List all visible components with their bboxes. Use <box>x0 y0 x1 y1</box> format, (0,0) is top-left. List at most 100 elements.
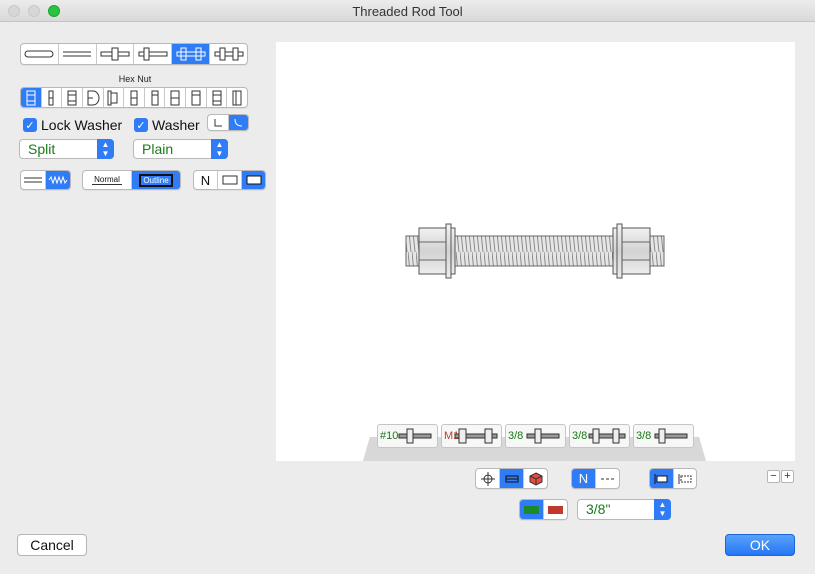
rod-style-center-nut[interactable] <box>97 44 135 64</box>
cancel-button[interactable]: Cancel <box>17 534 87 556</box>
view-n-label: N <box>200 172 211 188</box>
size-thumbnail-5[interactable]: 3/8 <box>633 424 694 448</box>
alignment-toggle <box>649 468 697 489</box>
nut-type-wing[interactable] <box>124 88 145 107</box>
nut-type-slotted[interactable] <box>186 88 207 107</box>
crosshair-tool[interactable] <box>476 469 500 488</box>
double-line-rod-icon <box>63 51 92 57</box>
nut-type-segmented-control <box>20 87 248 108</box>
washer-type-popup[interactable]: Plain ▲ ▼ <box>133 139 228 159</box>
square-corner-icon <box>214 118 222 126</box>
outline-label: Outline <box>139 173 173 187</box>
slotted-nut-icon <box>191 90 201 105</box>
checkmark-icon: ✓ <box>23 118 37 132</box>
3d-cube-icon <box>529 471 542 486</box>
flange-nut-icon <box>107 90 118 105</box>
lock-washer-type-popup[interactable]: Split ▲ ▼ <box>19 139 114 159</box>
lock-washer-checkbox[interactable]: ✓ Lock Washer <box>23 117 122 133</box>
align-dashed-option[interactable] <box>674 469 697 488</box>
zoom-out-button[interactable]: − <box>767 470 780 483</box>
rod-style-two-nuts[interactable] <box>172 44 211 64</box>
thin-nut-icon <box>48 90 54 105</box>
dashed-line-icon <box>600 478 615 479</box>
checkmark-icon: ✓ <box>134 118 148 132</box>
nut-type-thin[interactable] <box>42 88 63 107</box>
coupling-nut-icon <box>151 90 159 105</box>
nut-type-lock[interactable] <box>227 88 247 107</box>
size-thumbnail-2[interactable]: M10 <box>441 424 502 448</box>
nut-type-coupling[interactable] <box>145 88 166 107</box>
lock-washer-type-value: Split <box>28 141 56 157</box>
line-style-normal-option[interactable]: Normal <box>83 171 132 189</box>
display-dashed-option[interactable] <box>596 469 619 488</box>
plain-rod-icon <box>24 50 54 58</box>
thread-style-toggle <box>20 170 71 190</box>
color-red-option[interactable] <box>544 500 567 519</box>
washer-type-value: Plain <box>142 141 174 157</box>
nut-type-flange[interactable] <box>104 88 125 107</box>
rod-thumbnail-icon <box>398 428 432 444</box>
line-style-toggle: Normal Outline <box>82 170 181 190</box>
display-n-option[interactable]: N <box>572 469 596 488</box>
green-swatch-icon <box>524 505 539 514</box>
rod-thumbnail-icon <box>454 428 498 444</box>
rod-thumbnail-icon <box>588 428 626 444</box>
castle-nut-icon <box>212 90 222 105</box>
nut-type-castle[interactable] <box>207 88 228 107</box>
thumbnail-label: 3/8 <box>572 430 588 442</box>
thread-detailed-option[interactable] <box>46 171 70 189</box>
window-title: Threaded Rod Tool <box>352 4 463 19</box>
rod-style-two-nut-outline[interactable] <box>210 44 247 64</box>
align-left-icon <box>654 473 668 484</box>
popup-arrows-icon: ▲ ▼ <box>97 139 114 159</box>
thread-simplified-option[interactable] <box>21 171 46 189</box>
simplified-thread-icon <box>24 177 42 183</box>
preview-canvas[interactable] <box>276 42 795 461</box>
nut-type-cap[interactable] <box>83 88 104 107</box>
corner-round-option[interactable] <box>228 115 248 130</box>
lock-washer-label: Lock Washer <box>41 117 123 133</box>
washer-checkbox[interactable]: ✓ Washer <box>134 117 200 133</box>
zoom-in-button[interactable]: + <box>781 470 794 483</box>
view-filled-rect-option[interactable] <box>242 171 265 189</box>
side-view-icon <box>505 475 518 482</box>
thumbnail-label: 3/8 <box>636 430 652 442</box>
3d-view-tool[interactable] <box>524 469 547 488</box>
washer-label: Washer <box>152 117 200 133</box>
corner-square-option[interactable] <box>208 115 229 130</box>
align-left-option[interactable] <box>650 469 674 488</box>
rod-with-two-nut-outline-icon <box>214 47 244 61</box>
view-rect-option[interactable] <box>218 171 242 189</box>
nut-type-heavy[interactable] <box>165 88 187 107</box>
rod-with-two-nuts-icon <box>176 47 206 61</box>
ok-button[interactable]: OK <box>725 534 795 556</box>
rod-thumbnail-icon <box>654 428 688 444</box>
side-view-tool[interactable] <box>500 469 524 488</box>
nut-type-jam[interactable] <box>62 88 83 107</box>
rod-style-end-nut[interactable] <box>134 44 173 64</box>
rod-style-plain[interactable] <box>21 44 59 64</box>
popup-arrows-icon: ▲ ▼ <box>654 499 671 520</box>
size-thumbnail-4[interactable]: 3/8 <box>569 424 630 448</box>
size-popup[interactable]: 3/8" ▲ ▼ <box>577 499 671 520</box>
rod-style-segmented-control <box>20 43 248 65</box>
line-style-outline-option[interactable]: Outline <box>132 171 180 189</box>
nut-type-label: Hex Nut <box>118 74 152 84</box>
size-value: 3/8" <box>586 501 611 517</box>
popup-arrows-icon: ▲ ▼ <box>211 139 228 159</box>
view-n-option[interactable]: N <box>194 171 218 189</box>
threaded-rod-preview <box>405 223 665 279</box>
rectangle-view-icon <box>222 175 237 185</box>
placement-tool-control <box>475 468 548 489</box>
rod-style-double-line[interactable] <box>59 44 97 64</box>
display-n-label: N <box>578 471 589 486</box>
crosshair-icon <box>480 471 495 486</box>
size-thumbnail-3[interactable]: 3/8 <box>505 424 566 448</box>
hex-nut-icon <box>26 90 36 105</box>
size-thumbnail-1[interactable]: #10 <box>377 424 438 448</box>
nut-type-hex[interactable] <box>21 88 42 107</box>
rod-thumbnail-icon <box>526 428 560 444</box>
color-green-option[interactable] <box>520 500 544 519</box>
normal-label: Normal <box>92 175 122 185</box>
rod-with-end-nut-icon <box>138 47 168 61</box>
